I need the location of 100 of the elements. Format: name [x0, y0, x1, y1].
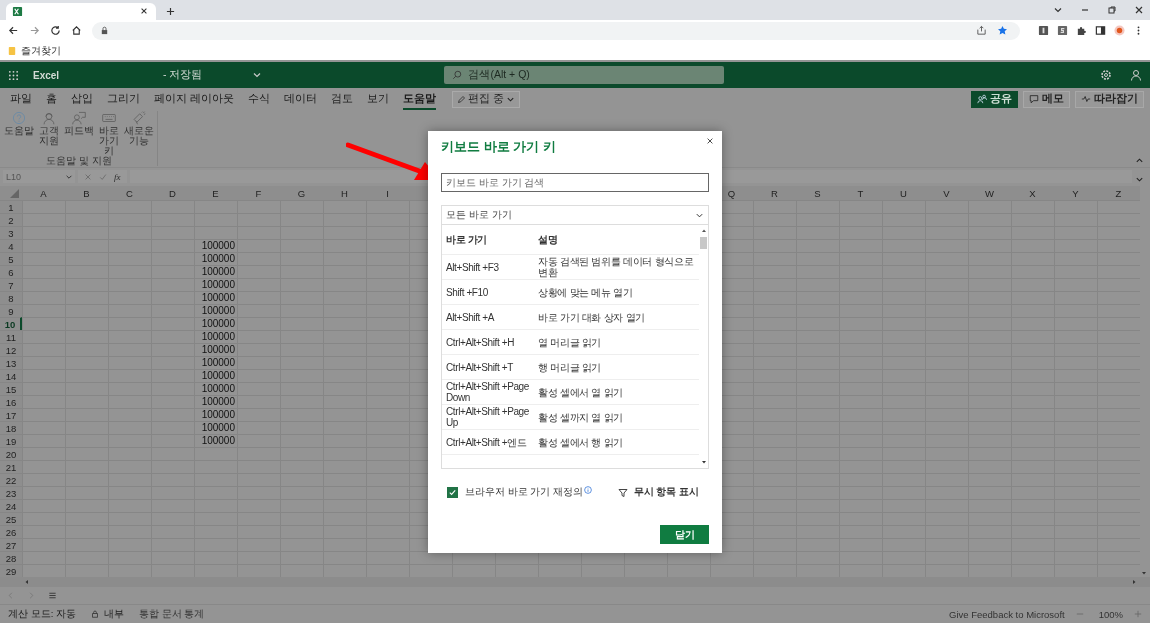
- column-header[interactable]: V: [943, 187, 950, 199]
- column-header[interactable]: U: [900, 187, 907, 199]
- column-header[interactable]: D: [169, 187, 176, 199]
- close-button[interactable]: 닫기: [660, 525, 709, 544]
- show-ignored-button[interactable]: 무시 항목 표시: [617, 486, 703, 499]
- row-header[interactable]: 3: [0, 226, 22, 240]
- ribbon-button[interactable]: 바로 가기 키: [94, 111, 124, 157]
- scroll-left-icon[interactable]: [23, 578, 31, 587]
- browser-tab[interactable]: [6, 2, 156, 20]
- ribbon-tab[interactable]: 수식: [247, 88, 270, 110]
- zoom-level[interactable]: 100%: [1098, 608, 1123, 620]
- checkbox-label[interactable]: 브라우저 바로 가기 재정의: [465, 486, 583, 499]
- row-header[interactable]: 24: [0, 499, 22, 513]
- column-header[interactable]: T: [857, 187, 864, 199]
- column-header[interactable]: C: [126, 187, 133, 199]
- star-icon[interactable]: [997, 25, 1008, 37]
- ribbon-button[interactable]: 고객 지원: [34, 111, 64, 157]
- name-box[interactable]: L10: [3, 170, 75, 184]
- new-tab-icon[interactable]: [166, 6, 175, 16]
- row-header[interactable]: 22: [0, 473, 22, 487]
- ribbon-button[interactable]: 새로운 기능: [124, 111, 154, 157]
- ribbon-tab[interactable]: 도움말: [402, 88, 436, 110]
- search-field[interactable]: 키보드 바로 가기 검색: [441, 173, 709, 192]
- row-header[interactable]: 16: [0, 395, 22, 409]
- ribbon-button[interactable]: 피드백: [64, 111, 94, 157]
- side-panel-icon[interactable]: [1095, 25, 1106, 37]
- account-icon[interactable]: [1130, 69, 1142, 82]
- reload-icon[interactable]: [50, 25, 61, 37]
- column-header[interactable]: W: [985, 187, 994, 199]
- column-header[interactable]: S: [814, 187, 821, 199]
- search-field[interactable]: 검색(Alt + Q): [444, 66, 725, 85]
- column-header[interactable]: Q: [727, 187, 736, 199]
- row-header[interactable]: 21: [0, 460, 22, 474]
- scroll-up-icon[interactable]: [699, 227, 708, 235]
- row-header[interactable]: 15: [0, 382, 22, 396]
- column-header[interactable]: E: [212, 187, 219, 199]
- sensitivity-label[interactable]: 내부: [103, 607, 124, 621]
- row-header[interactable]: 1: [0, 200, 22, 214]
- row-header[interactable]: 10: [0, 317, 22, 331]
- column-header[interactable]: H: [341, 187, 348, 199]
- workbook-statistics[interactable]: 통합 문서 통계: [138, 607, 205, 621]
- comments-button[interactable]: 메모: [1023, 90, 1070, 108]
- expand-icon[interactable]: [1135, 175, 1144, 185]
- row-header[interactable]: 7: [0, 278, 22, 292]
- row-header[interactable]: 9: [0, 304, 22, 318]
- row-header[interactable]: 18: [0, 421, 22, 435]
- share-button[interactable]: 공유: [971, 90, 1018, 108]
- ribbon-tab[interactable]: 보기: [366, 88, 389, 110]
- restore-icon[interactable]: [1107, 4, 1117, 15]
- column-header[interactable]: A: [40, 187, 47, 199]
- row-header[interactable]: 2: [0, 213, 22, 227]
- row-header[interactable]: 25: [0, 512, 22, 526]
- ribbon-tab[interactable]: 삽입: [71, 88, 93, 110]
- app-name[interactable]: Excel: [33, 69, 163, 81]
- column-header[interactable]: X: [1029, 187, 1036, 199]
- column-header[interactable]: F: [255, 187, 262, 199]
- settings-icon[interactable]: [1100, 69, 1112, 82]
- column-header[interactable]: R: [771, 187, 778, 199]
- home-icon[interactable]: [71, 25, 82, 37]
- row-header[interactable]: 4: [0, 239, 22, 253]
- ribbon-tab[interactable]: 검토: [330, 88, 353, 110]
- column-header[interactable]: Y: [1072, 187, 1079, 199]
- scrollbar-thumb[interactable]: [700, 237, 707, 249]
- ribbon-tab[interactable]: 홈: [46, 88, 57, 110]
- column-header[interactable]: B: [83, 187, 90, 199]
- ribbon-button[interactable]: 도움말: [4, 111, 34, 157]
- row-header[interactable]: 14: [0, 369, 22, 383]
- ribbon-tab[interactable]: 페이지 레이아웃: [154, 88, 234, 110]
- column-header[interactable]: G: [297, 187, 306, 199]
- row-header[interactable]: 29: [0, 564, 22, 578]
- row-header[interactable]: 8: [0, 291, 22, 305]
- row-header[interactable]: 23: [0, 486, 22, 500]
- extension-icon[interactable]: [1057, 25, 1068, 37]
- row-header[interactable]: 20: [0, 447, 22, 461]
- insert-function-button[interactable]: fx: [114, 171, 121, 182]
- checkbox[interactable]: [447, 487, 458, 498]
- catch-up-button[interactable]: 따라잡기: [1075, 90, 1144, 108]
- avatar-icon[interactable]: [1114, 25, 1125, 37]
- row-header[interactable]: 28: [0, 551, 22, 565]
- row-header[interactable]: 6: [0, 265, 22, 279]
- row-header[interactable]: 5: [0, 252, 22, 266]
- bookmark-link[interactable]: 즐겨찾기: [21, 44, 61, 59]
- row-header[interactable]: 27: [0, 538, 22, 552]
- menu-icon[interactable]: [48, 591, 57, 601]
- editing-mode-button[interactable]: 편집 중: [451, 90, 520, 108]
- scroll-down-icon[interactable]: [699, 458, 708, 466]
- app-launcher-icon[interactable]: [8, 69, 19, 81]
- ribbon-tab[interactable]: 파일: [10, 88, 32, 110]
- row-header[interactable]: 26: [0, 525, 22, 539]
- close-icon[interactable]: [706, 137, 714, 145]
- close-icon[interactable]: [1134, 4, 1144, 15]
- column-header[interactable]: Z: [1115, 187, 1122, 199]
- scroll-right-icon[interactable]: [1130, 578, 1138, 587]
- row-header[interactable]: 11: [0, 330, 22, 344]
- ribbon-tab[interactable]: 그리기: [107, 88, 140, 110]
- filter-dropdown[interactable]: 모든 바로 가기: [441, 205, 709, 224]
- row-header[interactable]: 19: [0, 434, 22, 448]
- close-icon[interactable]: [140, 7, 148, 16]
- share-icon[interactable]: [976, 25, 987, 37]
- checkmark-icon[interactable]: [99, 172, 107, 181]
